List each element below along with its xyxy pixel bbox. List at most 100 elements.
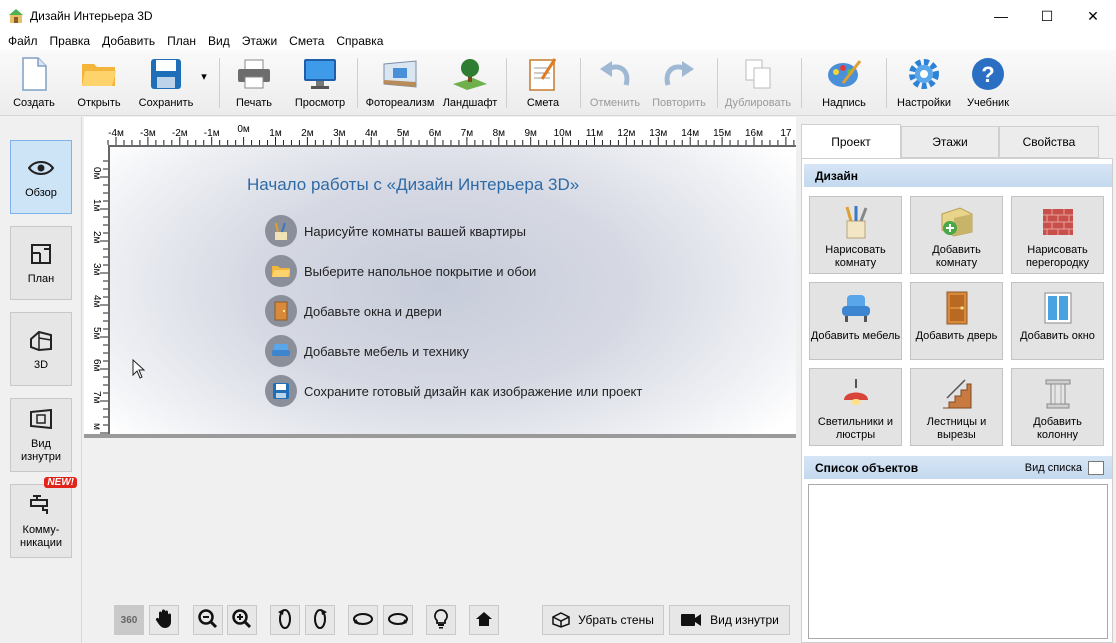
step-draw-rooms[interactable]: Нарисуйте комнаты вашей квартиры [265, 215, 526, 247]
print-button[interactable]: Печать [232, 56, 276, 114]
tilt-up-button[interactable] [348, 605, 378, 635]
tab-properties[interactable]: Свойства [999, 126, 1099, 158]
save-button[interactable]: Сохранить [136, 56, 196, 114]
window-icon [1040, 290, 1076, 326]
add-furniture-button[interactable]: Добавить мебель [809, 282, 902, 360]
create-button[interactable]: Создать [10, 56, 58, 114]
chevron-down-icon: ▾ [201, 71, 207, 83]
printer-icon [236, 56, 272, 92]
draw-room-button[interactable]: Нарисовать комнату [809, 196, 902, 274]
ruler-label: 6м [91, 359, 102, 372]
menu-estimate[interactable]: Смета [283, 34, 330, 48]
settings-button[interactable]: Настройки [895, 56, 953, 114]
object-list[interactable] [808, 484, 1108, 639]
undo-arrow-icon [597, 56, 633, 92]
plan-area[interactable]: Начало работы с «Дизайн Интерьера 3D» На… [108, 145, 796, 435]
menu-view[interactable]: Вид [202, 34, 236, 48]
zoom-in-button[interactable] [227, 605, 257, 635]
view-3d-button[interactable]: 3D [10, 312, 72, 386]
menu-edit[interactable]: Правка [44, 34, 97, 48]
zoom-out-button[interactable] [193, 605, 223, 635]
ruler-label: 7м [91, 391, 102, 404]
add-door-button[interactable]: Добавить дверь [910, 282, 1003, 360]
landscape-button[interactable]: Ландшафт [442, 56, 498, 114]
menu-help[interactable]: Справка [330, 34, 389, 48]
home-view-button[interactable] [469, 605, 499, 635]
stairs-button[interactable]: Лестницы и вырезы [910, 368, 1003, 446]
menu-file[interactable]: Файл [2, 34, 44, 48]
caption-button[interactable]: Надпись [820, 56, 868, 114]
rotate-360-button[interactable]: 360 [114, 605, 144, 635]
add-window-button[interactable]: Добавить окно [1011, 282, 1104, 360]
communications-button[interactable]: NEW! Комму-никации [10, 477, 77, 558]
duplicate-button[interactable]: Дублировать [723, 56, 793, 114]
menu-floors[interactable]: Этажи [236, 34, 283, 48]
door-icon [265, 295, 297, 327]
faucet-icon [28, 492, 54, 518]
pencils-icon [265, 215, 297, 247]
lightbulb-icon [434, 608, 448, 632]
tilt-up-icon [352, 611, 374, 630]
overview-button[interactable]: Обзор [10, 140, 72, 214]
inside-view-button[interactable]: Вид изнутри [10, 398, 72, 472]
object-list-header: Список объектов Вид списка [804, 456, 1112, 479]
tutorial-button[interactable]: ? Учебник [964, 56, 1012, 114]
house-3d-icon [28, 327, 54, 353]
step-windows-doors[interactable]: Добавьте окна и двери [265, 295, 442, 327]
room-inside-icon [28, 406, 54, 432]
minimize-button[interactable]: — [978, 0, 1024, 32]
estimate-button[interactable]: Смета [524, 56, 562, 114]
rotate-360-icon: 360 [120, 614, 138, 626]
preview-button[interactable]: Просмотр [294, 56, 346, 114]
welcome-title: Начало работы с «Дизайн Интерьера 3D» [247, 175, 580, 194]
close-button[interactable]: ✕ [1070, 0, 1116, 32]
step-furniture[interactable]: Добавьте мебель и технику [265, 335, 469, 367]
toolbar-separator [717, 58, 718, 108]
pan-button[interactable] [149, 605, 179, 635]
new-badge: NEW! [44, 477, 77, 488]
rotate-left-icon [276, 608, 294, 633]
inside-view-toggle-button[interactable]: Вид изнутри [669, 605, 790, 635]
armchair-icon [838, 290, 874, 326]
step-floor-walls[interactable]: Выберите напольное покрытие и обои [265, 255, 536, 287]
view-controls-bar: 360 Убрать стены Вид изнутри [84, 600, 798, 643]
folder-icon [265, 255, 297, 287]
lighting-button[interactable] [426, 605, 456, 635]
panel-tabs: Проект Этажи Свойства [801, 124, 1113, 159]
ruler-label: 4м [91, 295, 102, 308]
tab-floors[interactable]: Этажи [901, 126, 999, 158]
notepad-icon [525, 56, 561, 92]
plan-view-button[interactable]: План [10, 226, 72, 300]
floppy-disk-icon [148, 56, 184, 92]
menu-add[interactable]: Добавить [96, 34, 161, 48]
rotate-right-button[interactable] [305, 605, 335, 635]
canvas-splitter[interactable] [84, 434, 796, 438]
step-save-design[interactable]: Сохраните готовый дизайн как изображение… [265, 375, 642, 407]
list-view-toggle[interactable]: Вид списка [1025, 456, 1104, 479]
redo-button[interactable]: Повторить [650, 56, 708, 114]
eye-icon [28, 155, 54, 181]
lights-button[interactable]: Светильники и люстры [809, 368, 902, 446]
photoreal-room-icon [382, 56, 418, 92]
undo-button[interactable]: Отменить [588, 56, 642, 114]
new-document-icon [16, 56, 52, 92]
remove-walls-button[interactable]: Убрать стены [542, 605, 664, 635]
secondary-view-area[interactable] [84, 440, 796, 600]
open-button[interactable]: Открыть [74, 56, 124, 114]
armchair-icon [265, 335, 297, 367]
add-column-button[interactable]: Добавить колонну [1011, 368, 1104, 446]
tilt-down-button[interactable] [383, 605, 413, 635]
tab-project[interactable]: Проект [801, 124, 901, 159]
rotate-left-button[interactable] [270, 605, 300, 635]
photoreal-button[interactable]: Фотореализм [365, 56, 435, 114]
toolbar-separator [801, 58, 802, 108]
toolbar-separator [886, 58, 887, 108]
add-room-button[interactable]: Добавить комнату [910, 196, 1003, 274]
draw-partition-button[interactable]: Нарисовать перегородку [1011, 196, 1104, 274]
toolbar-separator [506, 58, 507, 108]
list-view-icon [1088, 460, 1104, 475]
menu-plan[interactable]: План [161, 34, 202, 48]
hand-icon [155, 609, 173, 632]
maximize-button[interactable]: ☐ [1024, 0, 1070, 32]
plan-canvas[interactable]: -4м -3м -2м -1м 0м 1м 2м 3м 4м 5м 6м 7м 8м 9м 10м 11м 12… [84, 117, 796, 438]
